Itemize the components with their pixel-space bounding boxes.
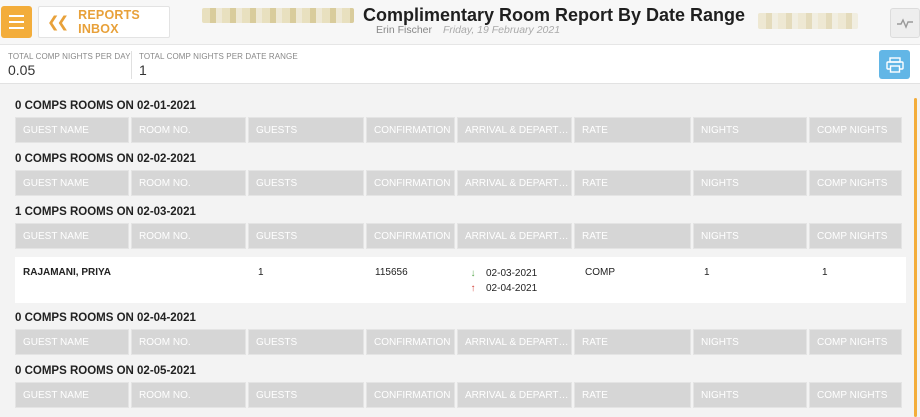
report-date: Friday, 19 February 2021 [442,24,561,36]
column-nights[interactable]: NIGHTS [693,223,807,249]
table-header: GUEST NAME ROOM NO. GUESTS CONFIRMATION … [15,170,902,196]
column-room-no[interactable]: ROOM NO. [131,382,246,408]
hamburger-icon [9,15,24,17]
redacted-hotel-name [202,8,354,23]
column-rate[interactable]: RATE [574,329,691,355]
double-chevron-left-icon: ❮❮ [47,14,69,31]
column-confirmation[interactable]: CONFIRMATION [366,223,455,249]
column-room-no[interactable]: ROOM NO. [131,117,246,143]
section-title: 0 COMPS ROOMS ON 02-04-2021 [15,312,196,324]
table-row[interactable]: RAJAMANI, PRIYA 1 115656 ↓ 02-03-2021 ↑ 02… [15,257,906,303]
column-arrival-departure[interactable]: ARRIVAL & DEPART… [457,117,572,143]
column-comp-nights[interactable]: COMP NIGHTS [809,329,902,355]
column-guests[interactable]: GUESTS [248,223,364,249]
column-nights[interactable]: NIGHTS [693,170,807,196]
stat-caption: TOTAL COMP NIGHTS PER DATE RANGE [139,52,298,61]
table-header: GUEST NAME ROOM NO. GUESTS CONFIRMATION … [15,223,902,249]
top-bar: ❮❮ REPORTS INBOX Complimentary Room Repo… [0,0,920,44]
section-title: 0 COMPS ROOMS ON 02-05-2021 [15,365,196,377]
summary-bar: TOTAL COMP NIGHTS PER DAY 0.05 TOTAL COM… [0,44,920,84]
column-guest-name[interactable]: GUEST NAME [15,329,129,355]
print-button[interactable] [879,50,910,79]
confirmation-number: 115656 [375,267,408,278]
column-comp-nights[interactable]: COMP NIGHTS [809,223,902,249]
comp-nights: 1 [822,267,828,278]
column-rate[interactable]: RATE [574,382,691,408]
column-room-no[interactable]: ROOM NO. [131,329,246,355]
guest-count: 1 [258,267,264,278]
guest-name: RAJAMANI, PRIYA [23,267,111,278]
column-guest-name[interactable]: GUEST NAME [15,223,129,249]
column-arrival-departure[interactable]: ARRIVAL & DEPART… [457,329,572,355]
column-arrival-departure[interactable]: ARRIVAL & DEPART… [457,382,572,408]
page-subtitle: Erin Fischer Friday, 19 February 2021 [376,24,560,36]
column-arrival-departure[interactable]: ARRIVAL & DEPART… [457,170,572,196]
stat-value: 0.05 [8,62,36,78]
column-guest-name[interactable]: GUEST NAME [15,382,129,408]
reports-inbox-button[interactable]: ❮❮ REPORTS INBOX [38,6,170,38]
user-name: Erin Fischer [376,24,433,36]
column-arrival-departure[interactable]: ARRIVAL & DEPART… [457,223,572,249]
table-header: GUEST NAME ROOM NO. GUESTS CONFIRMATION … [15,117,902,143]
column-room-no[interactable]: ROOM NO. [131,170,246,196]
scrollbar[interactable] [914,98,917,417]
column-nights[interactable]: NIGHTS [693,117,807,143]
column-guests[interactable]: GUESTS [248,382,364,408]
arrow-down-icon: ↓ [470,268,476,279]
pulse-icon [897,18,913,29]
column-nights[interactable]: NIGHTS [693,329,807,355]
column-guests[interactable]: GUESTS [248,117,364,143]
column-confirmation[interactable]: CONFIRMATION [366,382,455,408]
comp-nights-per-range-stat: TOTAL COMP NIGHTS PER DATE RANGE 1 [139,52,298,78]
column-comp-nights[interactable]: COMP NIGHTS [809,170,902,196]
column-nights[interactable]: NIGHTS [693,382,807,408]
rate: COMP [585,267,615,278]
column-room-no[interactable]: ROOM NO. [131,223,246,249]
section-title: 0 COMPS ROOMS ON 02-01-2021 [15,100,196,112]
column-confirmation[interactable]: CONFIRMATION [366,117,455,143]
menu-button[interactable] [1,6,32,38]
activity-button[interactable] [890,8,920,38]
divider [131,51,132,79]
section-title: 0 COMPS ROOMS ON 02-02-2021 [15,153,196,165]
table-header: GUEST NAME ROOM NO. GUESTS CONFIRMATION … [15,329,902,355]
arrival-departure: ↓ 02-03-2021 ↑ 02-04-2021 [468,266,538,296]
comp-nights-per-day-stat: TOTAL COMP NIGHTS PER DAY 0.05 [8,52,131,78]
arrow-up-icon: ↑ [470,283,476,294]
nights: 1 [704,267,710,278]
redacted-info [758,13,858,29]
column-comp-nights[interactable]: COMP NIGHTS [809,382,902,408]
printer-icon [885,56,904,73]
reports-inbox-label: REPORTS INBOX [78,8,140,36]
column-rate[interactable]: RATE [574,223,691,249]
column-comp-nights[interactable]: COMP NIGHTS [809,117,902,143]
column-confirmation[interactable]: CONFIRMATION [366,329,455,355]
column-rate[interactable]: RATE [574,170,691,196]
section-title: 1 COMPS ROOMS ON 02-03-2021 [15,206,196,218]
column-guest-name[interactable]: GUEST NAME [15,170,129,196]
report-content: 0 COMPS ROOMS ON 02-01-2021 GUEST NAME R… [0,84,920,417]
column-guest-name[interactable]: GUEST NAME [15,117,129,143]
column-guests[interactable]: GUESTS [248,170,364,196]
column-confirmation[interactable]: CONFIRMATION [366,170,455,196]
column-guests[interactable]: GUESTS [248,329,364,355]
page-title: Complimentary Room Report By Date Range [363,5,746,25]
departure-date: 02-04-2021 [486,283,538,294]
stat-caption: TOTAL COMP NIGHTS PER DAY [8,52,131,61]
table-header: GUEST NAME ROOM NO. GUESTS CONFIRMATION … [15,382,902,408]
column-rate[interactable]: RATE [574,117,691,143]
arrival-date: 02-03-2021 [486,268,538,279]
stat-value: 1 [139,62,147,78]
